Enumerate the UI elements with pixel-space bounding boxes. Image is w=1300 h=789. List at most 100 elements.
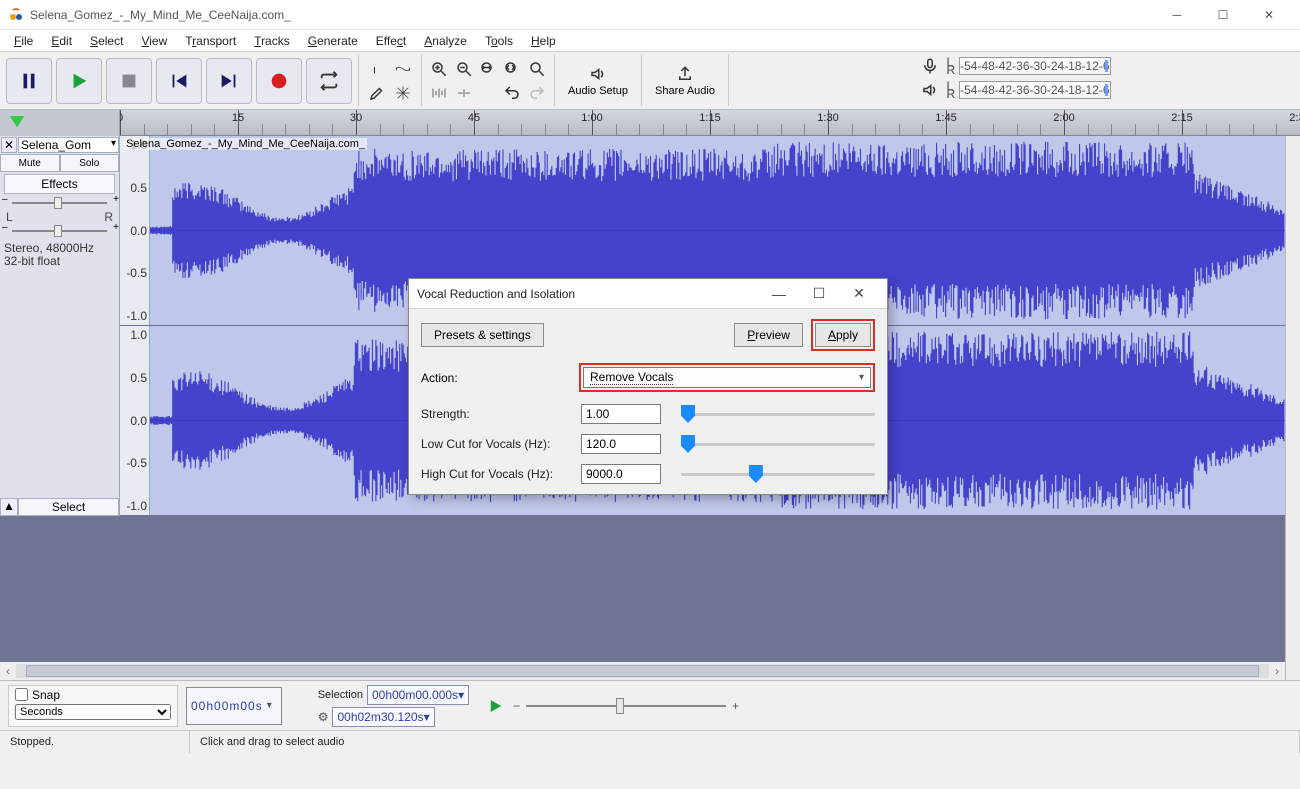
play-meter-speaker-icon[interactable]	[918, 80, 942, 100]
horizontal-scrollbar[interactable]: ‹ ›	[0, 662, 1285, 680]
zoom-toggle-button[interactable]	[526, 58, 548, 80]
snap-checkbox[interactable]: Snap	[15, 688, 171, 702]
fit-selection-button[interactable]	[477, 58, 499, 80]
menu-effect[interactable]: Effect	[368, 32, 414, 50]
trim-button[interactable]	[428, 82, 450, 104]
track-close-button[interactable]: ✕	[1, 137, 17, 153]
chevron-down-icon: ▾	[859, 372, 864, 383]
lowcut-slider[interactable]	[681, 435, 875, 453]
status-state: Stopped.	[0, 731, 190, 753]
draw-tool-button[interactable]	[365, 82, 389, 104]
scroll-left-icon[interactable]: ‹	[0, 664, 16, 678]
share-toolbar: Share Audio	[641, 55, 722, 106]
highcut-slider[interactable]	[681, 465, 875, 483]
gain-slider[interactable]	[6, 198, 113, 208]
menu-select[interactable]: Select	[82, 32, 131, 50]
silence-button[interactable]	[452, 82, 474, 104]
pan-slider[interactable]	[6, 226, 113, 236]
timecode-dropdown-icon[interactable]: ▾	[263, 700, 277, 711]
window-close-button[interactable]: ✕	[1246, 0, 1292, 30]
record-meter-mic-icon[interactable]	[918, 56, 942, 76]
timeline-ruler[interactable]: 01530451:001:151:301:452:002:152:30	[120, 110, 1300, 136]
action-value: Remove Vocals	[590, 370, 673, 385]
selection-gear-icon[interactable]: ⚙	[318, 710, 329, 724]
highcut-label: High Cut for Vocals (Hz):	[421, 467, 571, 481]
dialog-maximize-button[interactable]: ☐	[799, 285, 839, 302]
window-titlebar: Selena_Gomez_-_My_Mind_Me_CeeNaija.com_ …	[0, 0, 1300, 30]
menu-tools[interactable]: Tools	[477, 32, 521, 50]
strength-slider[interactable]	[681, 405, 875, 423]
toolbar-row: I Audio Setup Share Audio	[0, 52, 1300, 110]
menu-view[interactable]: View	[133, 32, 175, 50]
main-timecode[interactable]: 00h00m00s▾	[186, 687, 282, 725]
timeline-ruler-row: 01530451:001:151:301:452:002:152:30	[0, 110, 1300, 136]
preview-button[interactable]: Preview	[734, 323, 803, 347]
vocal-reduction-dialog: Vocal Reduction and Isolation — ☐ ✕ Pres…	[408, 278, 888, 495]
undo-button[interactable]	[501, 82, 523, 104]
share-audio-button[interactable]: Share Audio	[648, 58, 722, 104]
vertical-scrollbar[interactable]	[1285, 136, 1300, 680]
menu-analyze[interactable]: Analyze	[416, 32, 475, 50]
multi-tool-button[interactable]	[391, 82, 415, 104]
strength-label: Strength:	[421, 407, 571, 421]
track-format-info: Stereo, 48000Hz 32-bit float	[0, 238, 119, 272]
action-highlight: Remove Vocals ▾	[579, 363, 875, 392]
record-button[interactable]	[256, 58, 302, 104]
play-meter[interactable]: -54-48-42-36-30-24-18-12-6	[959, 81, 1110, 99]
selection-tool-button[interactable]: I	[365, 58, 389, 80]
presets-button[interactable]: Presets & settings	[421, 323, 544, 347]
audio-setup-button[interactable]: Audio Setup	[561, 58, 635, 104]
selection-end-timecode[interactable]: 00h02m30.120s▾	[332, 707, 434, 727]
lowcut-input[interactable]	[581, 434, 661, 454]
snap-units-select[interactable]: Seconds	[15, 704, 171, 720]
envelope-tool-button[interactable]	[391, 58, 415, 80]
redo-button[interactable]	[526, 82, 548, 104]
scroll-right-icon[interactable]: ›	[1269, 664, 1285, 678]
loop-button[interactable]	[306, 58, 352, 104]
apply-button[interactable]: Apply	[815, 323, 871, 347]
selection-start-timecode[interactable]: 00h00m00.000s▾	[367, 685, 469, 705]
menu-generate[interactable]: Generate	[300, 32, 366, 50]
dialog-minimize-button[interactable]: —	[759, 286, 799, 302]
window-minimize-button[interactable]: ─	[1154, 0, 1200, 30]
blank-button	[477, 82, 499, 104]
fit-project-button[interactable]	[501, 58, 523, 80]
playhead-icon[interactable]	[10, 116, 24, 127]
setup-toolbar: Audio Setup	[554, 55, 635, 106]
speed-slider[interactable]	[526, 702, 726, 710]
menu-transport[interactable]: Transport	[177, 32, 244, 50]
record-meter-lr: LR	[946, 58, 955, 74]
dialog-titlebar[interactable]: Vocal Reduction and Isolation — ☐ ✕	[409, 279, 887, 309]
skip-start-button[interactable]	[156, 58, 202, 104]
menu-edit[interactable]: Edit	[43, 32, 80, 50]
zoom-in-button[interactable]	[428, 58, 450, 80]
menu-tracks[interactable]: Tracks	[246, 32, 298, 50]
track-name-dropdown[interactable]: Selena_Gom	[18, 137, 119, 153]
menu-help[interactable]: Help	[523, 32, 564, 50]
track-select-button[interactable]: Select	[18, 498, 119, 516]
audio-setup-label: Audio Setup	[568, 85, 628, 97]
effects-button[interactable]: Effects	[4, 174, 115, 194]
amplitude-axis-right: 1.00.50.0-0.5-1.0	[120, 326, 150, 515]
dialog-title: Vocal Reduction and Isolation	[417, 287, 759, 301]
window-maximize-button[interactable]: ☐	[1200, 0, 1246, 30]
bottom-panel: Snap Seconds 00h00m00s▾ Selection 00h00m…	[0, 680, 1300, 730]
menu-file[interactable]: File	[6, 32, 41, 50]
collapse-button[interactable]: ▲	[0, 498, 18, 516]
solo-button[interactable]: Solo	[60, 154, 120, 172]
dialog-close-button[interactable]: ✕	[839, 285, 879, 302]
play-at-speed-button[interactable]	[485, 695, 507, 717]
clip-name-label: Selena_Gomez_-_My_Mind_Me_CeeNaija.com_	[124, 138, 367, 150]
edit-toolbar	[421, 55, 548, 106]
pause-button[interactable]	[6, 58, 52, 104]
record-meter[interactable]: -54-48-42-36-30-24-18-12-6	[959, 57, 1110, 75]
play-button[interactable]	[56, 58, 102, 104]
strength-input[interactable]	[581, 404, 661, 424]
skip-end-button[interactable]	[206, 58, 252, 104]
mute-button[interactable]: Mute	[0, 154, 60, 172]
stop-button[interactable]	[106, 58, 152, 104]
zoom-out-button[interactable]	[452, 58, 474, 80]
action-select[interactable]: Remove Vocals ▾	[583, 367, 871, 388]
tools-toolbar: I	[358, 55, 415, 106]
highcut-input[interactable]	[581, 464, 661, 484]
